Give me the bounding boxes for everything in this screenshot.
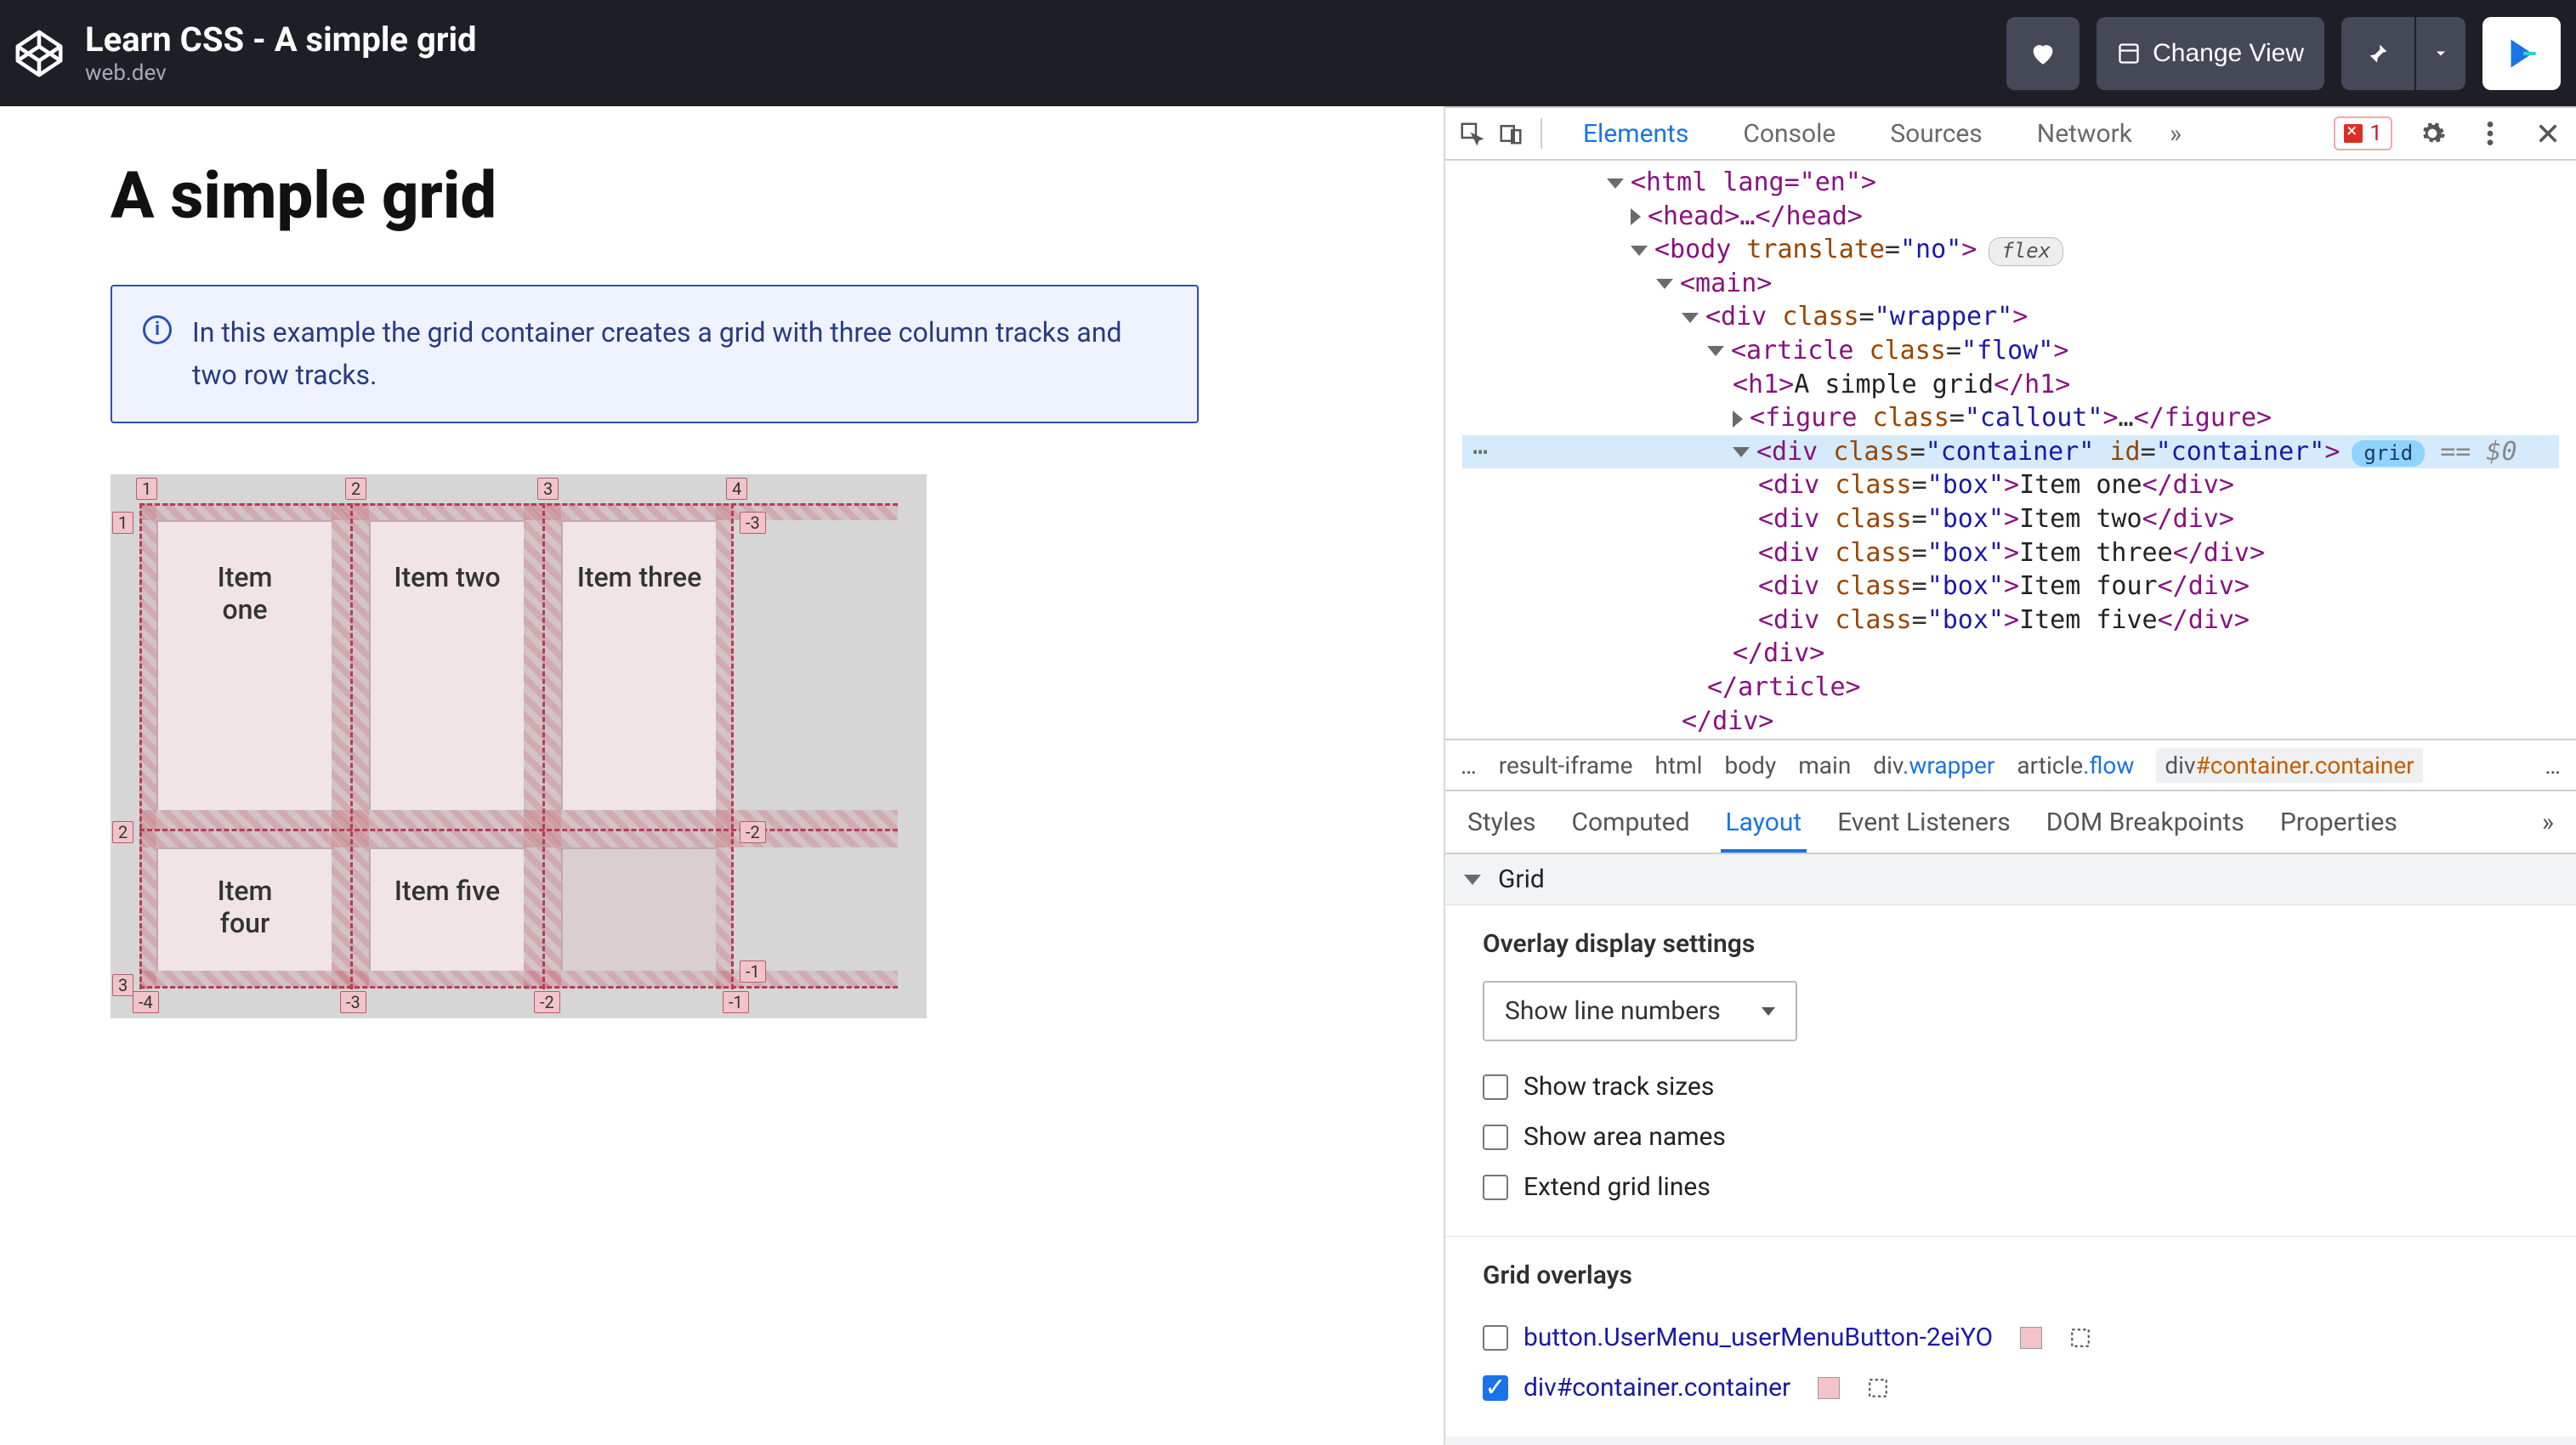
grid-demo: 1 2 3 4 1 2 3 -3 -2 -1 -4 -3 -2 -1 bbox=[111, 474, 927, 1018]
grid-col-1: 1 bbox=[136, 478, 157, 500]
tab-sources[interactable]: Sources bbox=[1864, 109, 2007, 159]
device-toggle-icon[interactable] bbox=[1493, 116, 1529, 151]
subtab-more[interactable]: » bbox=[2537, 792, 2559, 853]
change-view-button[interactable]: Change View bbox=[2097, 17, 2324, 90]
grid-row-2: 2 bbox=[112, 821, 133, 843]
color-swatch-icon[interactable] bbox=[2020, 1327, 2042, 1349]
grid-overlays-heading: Grid overlays bbox=[1483, 1261, 2539, 1290]
grid-col-3: 3 bbox=[537, 478, 559, 500]
grid-neg-top: -3 bbox=[740, 512, 766, 534]
crumb-html[interactable]: html bbox=[1655, 751, 1703, 779]
grid-col-2: 2 bbox=[345, 478, 366, 500]
grid-section-head[interactable]: Grid bbox=[1445, 854, 2576, 905]
grid-bcol-4: -1 bbox=[723, 991, 749, 1013]
grid-bcol-3: -2 bbox=[534, 991, 560, 1013]
subtab-events[interactable]: Event Listeners bbox=[1832, 792, 2016, 853]
subtab-dombp[interactable]: DOM Breakpoints bbox=[2041, 792, 2250, 853]
layout-panel: Grid Overlay display settings Show line … bbox=[1445, 854, 2576, 1445]
grid-neg-mid: -2 bbox=[740, 821, 766, 843]
overlay-settings-heading: Overlay display settings bbox=[1483, 929, 2539, 959]
kebab-icon[interactable] bbox=[2472, 116, 2508, 151]
pin-icon bbox=[2366, 42, 2390, 65]
grid-row-3: 3 bbox=[112, 974, 133, 996]
close-devtools-icon[interactable] bbox=[2530, 116, 2566, 151]
grid-item-3: Item three bbox=[561, 520, 716, 810]
crumb-main[interactable]: main bbox=[1798, 751, 1851, 779]
highlight-icon[interactable] bbox=[2069, 1327, 2091, 1349]
error-icon bbox=[2344, 124, 2363, 143]
change-view-label: Change View bbox=[2153, 39, 2304, 68]
breadcrumb[interactable]: … result-iframe html body main div.wrapp… bbox=[1445, 739, 2576, 791]
grid-item-2: Item two bbox=[369, 520, 524, 810]
chevron-down-icon bbox=[1762, 1007, 1775, 1016]
caret-icon bbox=[2500, 32, 2543, 75]
page-title: A simple grid bbox=[111, 157, 1333, 234]
subtab-props[interactable]: Properties bbox=[2275, 792, 2403, 853]
subtab-styles[interactable]: Styles bbox=[1462, 792, 1541, 853]
tab-network[interactable]: Network bbox=[2011, 109, 2158, 159]
grid-item-1: Item one bbox=[156, 520, 332, 810]
pin-dropdown-button[interactable] bbox=[2414, 17, 2465, 90]
overlay-row-2[interactable]: ✓ div#container.container bbox=[1483, 1363, 2539, 1413]
flex-section-head[interactable]: Flexbox bbox=[1445, 1436, 2576, 1445]
grid-neg-bot: -1 bbox=[740, 960, 766, 983]
grid-row-1: 1 bbox=[112, 512, 133, 534]
dom-tree[interactable]: <html lang="en"> <head>…</head> <body tr… bbox=[1445, 161, 2576, 739]
error-count: 1 bbox=[2369, 121, 2382, 146]
title-block: Learn CSS - A simple grid web.dev bbox=[85, 21, 477, 86]
grid-bcol-1: -4 bbox=[133, 991, 159, 1013]
chk-extend-lines[interactable]: Extend grid lines bbox=[1483, 1162, 2539, 1212]
pin-button[interactable] bbox=[2341, 17, 2414, 90]
subtab-computed[interactable]: Computed bbox=[1567, 792, 1695, 853]
chevron-down-icon bbox=[2432, 45, 2449, 62]
chk-track-sizes[interactable]: Show track sizes bbox=[1483, 1062, 2539, 1112]
layout-icon bbox=[2117, 42, 2141, 65]
heart-icon bbox=[2028, 39, 2057, 68]
chk-area-names[interactable]: Show area names bbox=[1483, 1112, 2539, 1162]
pen-author: web.dev bbox=[85, 60, 477, 86]
line-numbers-select[interactable]: Show line numbers bbox=[1483, 981, 1797, 1041]
styles-subtabs: Styles Computed Layout Event Listeners D… bbox=[1445, 791, 2576, 854]
inspect-icon[interactable] bbox=[1454, 116, 1489, 151]
preview-pane: A simple grid i In this example the grid… bbox=[0, 106, 1445, 1445]
crumb-container[interactable]: div#container.container bbox=[2156, 748, 2422, 783]
grid-item-4: Item four bbox=[156, 847, 332, 971]
callout: i In this example the grid container cre… bbox=[111, 285, 1199, 423]
grid-item-empty bbox=[561, 847, 716, 971]
tab-more[interactable]: » bbox=[2161, 109, 2190, 159]
external-logo[interactable] bbox=[2482, 17, 2561, 90]
color-swatch-icon[interactable] bbox=[1818, 1377, 1840, 1399]
pen-title: Learn CSS - A simple grid bbox=[85, 21, 477, 59]
settings-icon[interactable] bbox=[2414, 116, 2450, 151]
devtools-toolbar: Elements Console Sources Network » 1 bbox=[1445, 108, 2576, 161]
like-button[interactable] bbox=[2006, 17, 2080, 90]
overlay-row-1[interactable]: button.UserMenu_userMenuButton-2eiYO bbox=[1483, 1312, 2539, 1363]
crumb-article[interactable]: article.flow bbox=[2017, 751, 2134, 779]
grid-bcol-2: -3 bbox=[340, 991, 366, 1013]
crumb-ellipsis[interactable]: … bbox=[1461, 751, 1477, 779]
tab-console[interactable]: Console bbox=[1717, 109, 1861, 159]
callout-text: In this example the grid container creat… bbox=[192, 312, 1166, 396]
crumb-body[interactable]: body bbox=[1724, 751, 1776, 779]
dom-selected-row[interactable]: <div class="container" id="container">gr… bbox=[1462, 435, 2559, 469]
crumb-wrapper[interactable]: div.wrapper bbox=[1873, 751, 1994, 779]
highlight-icon[interactable] bbox=[1867, 1377, 1889, 1399]
subtab-layout[interactable]: Layout bbox=[1721, 792, 1807, 853]
tab-elements[interactable]: Elements bbox=[1558, 109, 1714, 159]
crumb-iframe[interactable]: result-iframe bbox=[1499, 751, 1633, 779]
devtools-pane: Elements Console Sources Network » 1 bbox=[1445, 106, 2576, 1445]
grid-item-5: Item five bbox=[369, 847, 524, 971]
info-icon: i bbox=[143, 315, 172, 344]
codepen-header: Learn CSS - A simple grid web.dev Change… bbox=[0, 0, 2576, 106]
crumb-more[interactable]: … bbox=[2545, 751, 2561, 779]
grid-col-4: 4 bbox=[726, 478, 747, 500]
error-badge[interactable]: 1 bbox=[2334, 116, 2392, 150]
codepen-logo bbox=[9, 23, 70, 84]
